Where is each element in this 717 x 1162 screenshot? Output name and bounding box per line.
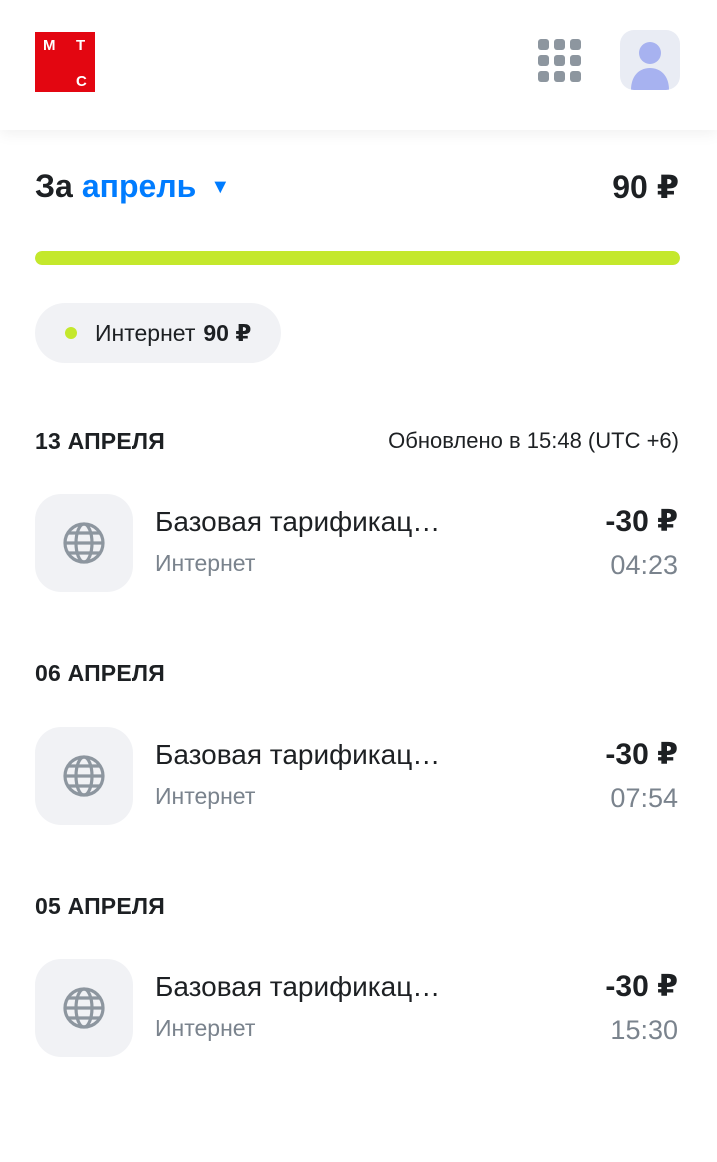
date-header: 05 АПРЕЛЯ [35, 893, 165, 919]
grid-icon[interactable] [538, 39, 582, 83]
transaction-title: Базовая тарификация интернета [155, 506, 455, 537]
spending-progress-fill [35, 251, 680, 265]
period-month[interactable]: апрель [82, 168, 196, 205]
chevron-down-icon[interactable]: ▼ [210, 176, 230, 199]
user-avatar-icon[interactable] [620, 30, 680, 90]
transaction-amount: -30 ₽ [605, 970, 678, 1003]
category-dot-icon [65, 327, 77, 339]
transaction-title: Базовая тарификация интернета [155, 971, 455, 1002]
transaction-category: Интернет [155, 1015, 256, 1041]
category-chip-internet[interactable]: Интернет 90 ₽ [35, 303, 282, 363]
logo-letter-s: С [76, 73, 87, 90]
period-selector[interactable]: За апрель ▼ [35, 168, 230, 205]
spending-progress-bar [35, 251, 680, 265]
logo-letter-m: М [43, 37, 56, 54]
transaction-category: Интернет [155, 550, 256, 576]
globe-icon [35, 494, 133, 592]
transaction-amount: -30 ₽ [605, 505, 678, 538]
transaction-title: Базовая тарификация интернета [155, 739, 455, 770]
period-prefix: За [35, 168, 73, 204]
transaction-item[interactable]: Базовая тарификация интернета Интернет -… [35, 959, 680, 1057]
transaction-item[interactable]: Базовая тарификация интернета Интернет -… [35, 727, 680, 825]
logo-letter-t: Т [76, 37, 86, 54]
date-header: 13 АПРЕЛЯ [35, 428, 165, 454]
app-header: М Т С [0, 0, 717, 130]
transaction-category: Интернет [155, 783, 256, 809]
updated-timestamp: Обновлено в 15:48 (UTC +6) [388, 428, 679, 453]
globe-icon [35, 959, 133, 1057]
mts-logo[interactable]: М Т С [35, 32, 95, 92]
transaction-time: 07:54 [610, 783, 678, 813]
transaction-time: 04:23 [610, 550, 678, 580]
chip-amount: 90 ₽ [203, 319, 252, 346]
transaction-time: 15:30 [610, 1015, 678, 1045]
period-total: 90 ₽ [612, 169, 679, 205]
chip-label: Интернет [95, 319, 196, 346]
date-header: 06 АПРЕЛЯ [35, 660, 165, 686]
globe-icon [35, 727, 133, 825]
transaction-item[interactable]: Базовая тарификация интернета Интернет -… [35, 494, 680, 592]
transaction-amount: -30 ₽ [605, 738, 678, 771]
